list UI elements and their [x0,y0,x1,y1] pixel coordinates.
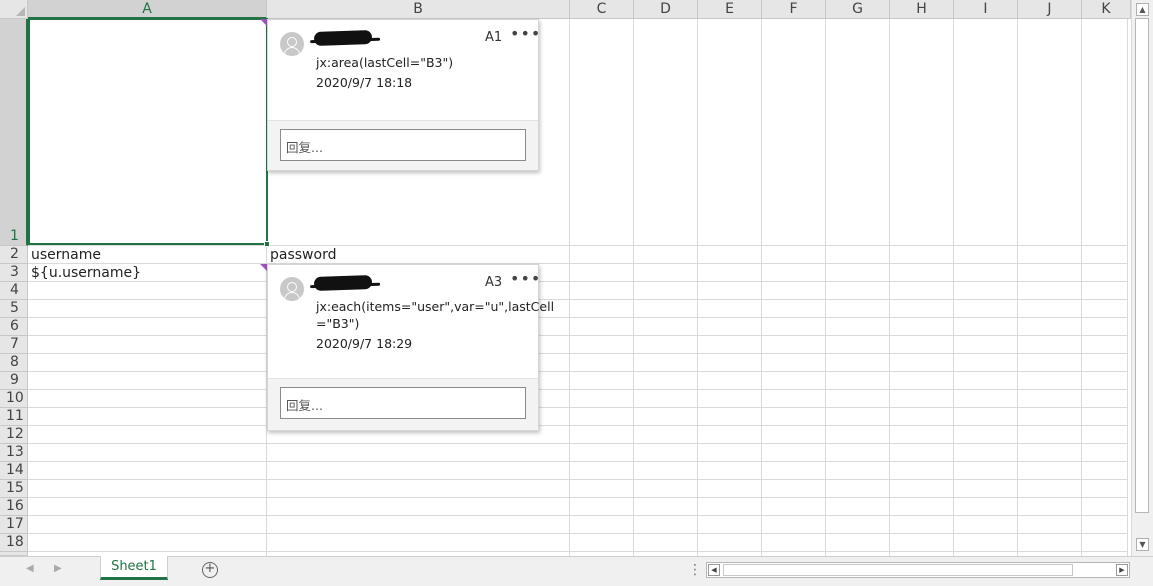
column-header-b[interactable]: B [267,0,570,19]
column-header-c[interactable]: C [570,0,634,19]
user-avatar-icon [280,32,304,56]
column-header-g[interactable]: G [826,0,890,19]
row-header-1[interactable]: 1 [0,19,28,246]
cell-a3[interactable]: ${u.username} [31,265,141,282]
row-header-17[interactable]: 17 [0,516,28,534]
scroll-left-icon[interactable]: ◀ [708,564,720,576]
row-header-12[interactable]: 12 [0,426,28,444]
row-header-15[interactable]: 15 [0,480,28,498]
row-header-11[interactable]: 11 [0,408,28,426]
reply-area: 回复... [268,378,538,430]
row-header-5[interactable]: 5 [0,300,28,318]
column-header-j[interactable]: J [1018,0,1082,19]
row-header-14[interactable]: 14 [0,462,28,480]
scroll-down-icon[interactable]: ▼ [1136,538,1149,551]
reply-input[interactable]: 回复... [280,129,526,161]
vertical-scrollbar[interactable]: ▲ ▼ [1131,0,1153,556]
scrollbar-thumb[interactable] [1135,18,1149,513]
comment-text: jx:area(lastCell="B3") [316,55,454,70]
column-header-d[interactable]: D [634,0,698,19]
cell-b2[interactable]: password [270,247,336,264]
ellipsis-icon[interactable]: ••• [510,269,541,288]
comment-indicator-a3[interactable] [260,264,267,271]
redacted-author-name [313,29,373,47]
row-header-2[interactable]: 2 [0,246,28,264]
scroll-up-icon[interactable]: ▲ [1136,3,1149,16]
sheet-tab-bar: ◀ ▶ Sheet1 + ⋮ ◀ ▶ [0,556,1153,586]
scrollbar-thumb[interactable] [723,564,1073,576]
column-header-e[interactable]: E [698,0,762,19]
reply-input[interactable]: 回复... [280,387,526,419]
row-header-9[interactable]: 9 [0,372,28,390]
row-header-8[interactable]: 8 [0,354,28,372]
scroll-right-icon[interactable]: ▶ [1116,564,1128,576]
select-all-corner[interactable] [0,0,28,19]
comment-cell-ref: A3 [485,275,503,290]
ellipsis-icon[interactable]: ••• [510,24,541,43]
row-header-3[interactable]: 3 [0,264,28,282]
row-header-18[interactable]: 18 [0,534,28,552]
horizontal-scrollbar[interactable]: ◀ ▶ [706,562,1130,578]
column-header-a[interactable]: A [28,0,267,19]
comment-text-continued: ="B3") [316,316,360,331]
comment-date: 2020/9/7 18:18 [316,75,413,90]
plus-circle-icon[interactable]: + [202,562,218,578]
spreadsheet: A B C D E F G H I J K 1 2 3 4 5 6 7 8 9 … [0,0,1153,586]
triangle-right-icon[interactable]: ▶ [54,563,62,574]
redacted-author-name [313,274,373,292]
comment-cell-ref: A1 [485,30,503,45]
reply-area: 回复... [268,120,538,170]
cell-a2[interactable]: username [31,247,101,264]
selected-cell-a1[interactable] [28,18,268,245]
comment-date: 2020/9/7 18:29 [316,336,413,351]
sheet-tab-sheet1[interactable]: Sheet1 [100,556,168,580]
fill-handle[interactable] [264,241,270,247]
row-header-6[interactable]: 6 [0,318,28,336]
comment-text: jx:each(items="user",var="u",lastCell [316,299,555,314]
row-header-10[interactable]: 10 [0,390,28,408]
column-header-h[interactable]: H [890,0,954,19]
user-avatar-icon [280,277,304,301]
row-header-13[interactable]: 13 [0,444,28,462]
triangle-left-icon[interactable]: ◀ [26,563,34,574]
row-header-7[interactable]: 7 [0,336,28,354]
column-header-i[interactable]: I [954,0,1018,19]
comment-thread-a1[interactable]: A1 ••• jx:area(lastCell="B3") 2020/9/7 1… [267,19,541,171]
split-handle-icon[interactable]: ⋮ [688,562,702,578]
row-header-4[interactable]: 4 [0,282,28,300]
comment-thread-a3[interactable]: A3 ••• jx:each(items="user",var="u",last… [267,264,554,431]
row-header-16[interactable]: 16 [0,498,28,516]
comment-indicator-a1[interactable] [260,19,267,26]
column-header-f[interactable]: F [762,0,826,19]
column-header-k[interactable]: K [1082,0,1131,19]
